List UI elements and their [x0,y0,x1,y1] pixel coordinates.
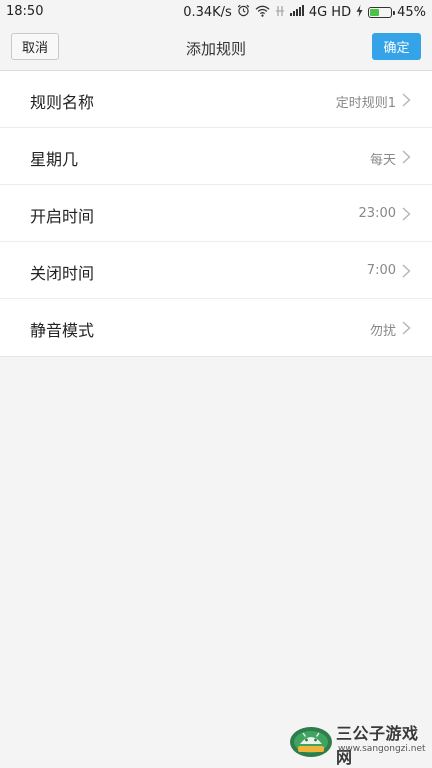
battery-icon [368,7,396,18]
charging-icon [356,4,363,21]
no-signal-icon [275,5,285,21]
battery-fill [370,9,380,16]
watermark-url: www.sangongzi.net [338,744,426,754]
wifi-icon [255,5,270,21]
network-type: 4G HD [308,5,352,20]
screen: 18:50 0.34K/s 4G HD 45% 取消 添加规则 确定 规则名称 … [0,0,432,768]
confirm-button[interactable]: 确定 [372,33,421,60]
row-value: 每天 [369,153,396,168]
silent-mode-row[interactable]: 静音模式 勿扰 [0,299,432,356]
title-bar: 取消 添加规则 确定 [0,24,432,71]
status-time: 18:50 [6,4,44,19]
signal-icon [289,5,304,20]
row-value: 勿扰 [369,324,396,339]
row-value: 定时规则1 [335,96,396,111]
battery-tip [393,10,396,15]
weekday-row[interactable]: 星期几 每天 [0,128,432,185]
row-value: 23:00 [358,206,396,221]
alarm-icon [237,4,250,21]
chevron-right-icon [402,207,411,221]
row-label: 静音模式 [30,321,95,340]
row-label: 关闭时间 [30,264,95,283]
status-icons: 0.34K/s 4G HD 45% [183,4,426,21]
chevron-right-icon [402,321,411,335]
end-time-row[interactable]: 关闭时间 7:00 [0,242,432,299]
network-speed: 0.34K/s [183,5,232,20]
chevron-right-icon [402,150,411,164]
status-bar: 18:50 0.34K/s 4G HD 45% [0,0,432,24]
row-label: 规则名称 [30,93,95,112]
row-value: 7:00 [366,263,396,278]
android-logo-icon [290,727,332,757]
start-time-row[interactable]: 开启时间 23:00 [0,185,432,242]
watermark: 三公子游戏网 www.sangongzi.net [288,712,428,767]
row-label: 开启时间 [30,207,95,226]
chevron-right-icon [402,93,411,107]
page-title: 添加规则 [185,40,246,58]
battery-percent: 45% [397,5,426,20]
chevron-right-icon [402,264,411,278]
rule-name-row[interactable]: 规则名称 定时规则1 [0,71,432,128]
row-label: 星期几 [30,150,79,169]
rule-settings-list: 规则名称 定时规则1 星期几 每天 开启时间 23:00 关闭时间 7:00 静… [0,71,432,357]
